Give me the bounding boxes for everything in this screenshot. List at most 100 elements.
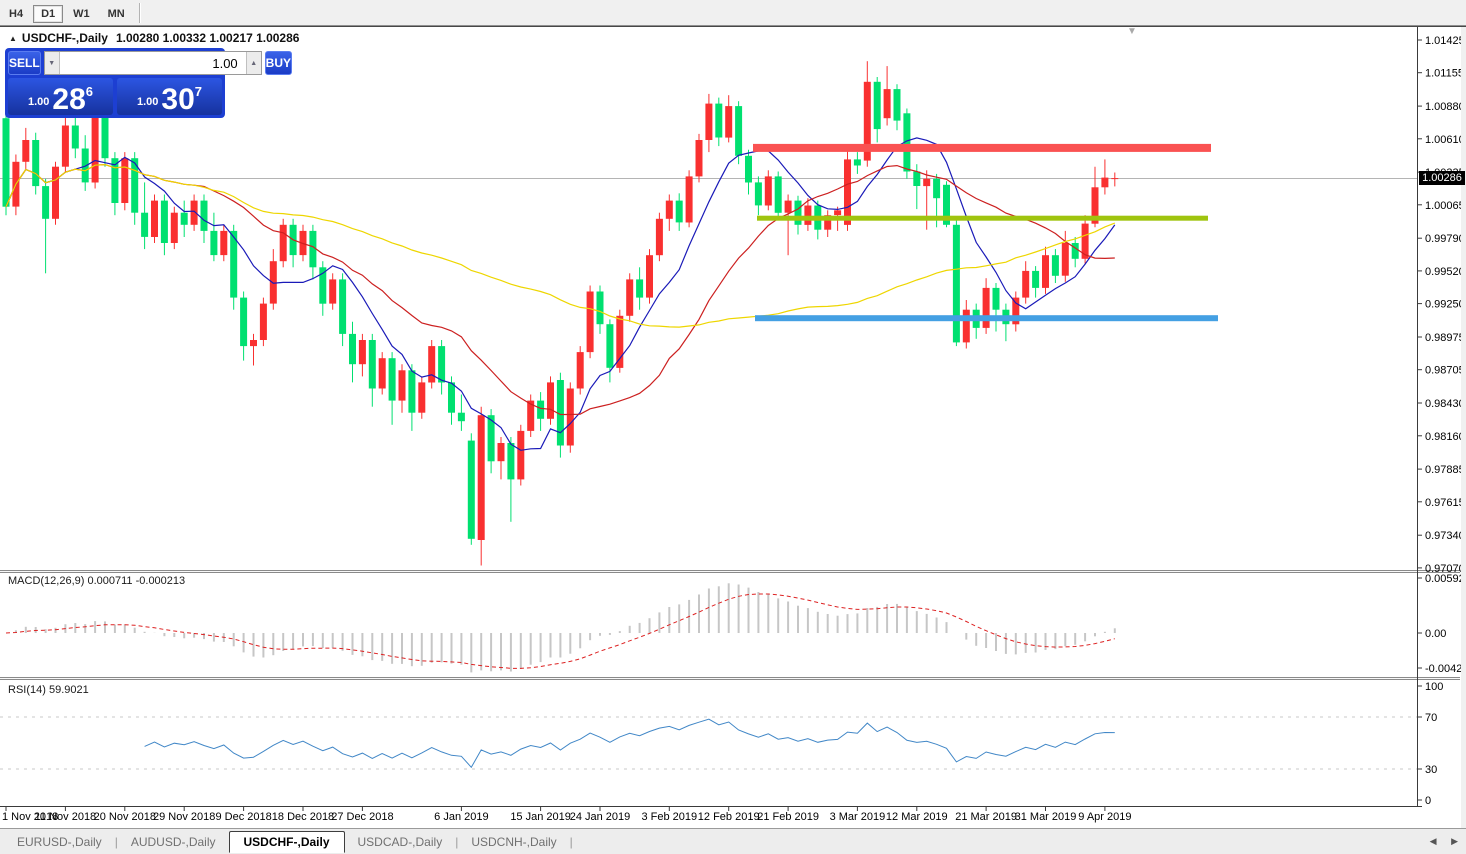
tab-usdcnh[interactable]: USDCNH-,Daily [458,832,569,852]
rsi-line [145,719,1115,767]
candle [646,255,653,297]
price-axis-label: 1.00880 [1425,101,1465,113]
candle [349,334,356,364]
tab-scroll-right-icon[interactable]: ▶ [1451,836,1458,846]
candle [220,231,227,255]
sell-price-prefix: 1.00 [28,96,49,108]
scroll-to-end-icon[interactable]: ▼ [1127,26,1137,37]
symbol-tabs: EURUSD-,Daily|AUDUSD-,DailyUSDCHF-,Daily… [4,829,573,854]
candle [933,179,940,198]
date-axis-label: 6 Jan 2019 [434,811,488,823]
candle [715,104,722,138]
volume-input[interactable] [60,52,246,74]
candle [705,104,712,140]
candle [1052,255,1059,276]
chart-title: ▲ USDCHF-,Daily 1.00280 1.00332 1.00217 1.… [9,31,299,45]
candle [478,415,485,540]
sell-quote[interactable]: 1.00 28 6 [8,78,113,115]
candle [428,346,435,382]
candle [963,310,970,343]
price-axis-label: 1.01425 [1425,35,1465,47]
price-axis-label: 0.97885 [1425,464,1465,476]
candle [92,116,99,183]
symbol-title: USDCHF-,Daily [22,31,108,45]
candle [399,370,406,400]
right-margin-strip [1461,27,1466,828]
hline-resistance [753,144,1211,152]
candle [141,213,148,237]
candle [854,159,861,165]
tab-audusd[interactable]: AUDUSD-,Daily [118,832,229,852]
sell-button[interactable]: SELL [8,51,41,75]
price-axis-label: 0.99520 [1425,266,1465,278]
candle [517,431,524,480]
macd-axis-label: 0.00 [1425,628,1446,640]
rsi-indicator-label: RSI(14) 59.9021 [8,684,89,696]
date-axis-label: 11 Nov 2018 [35,811,97,823]
candle [62,126,69,167]
hline-pivot [757,216,1208,221]
candle [1032,271,1039,288]
candle [547,382,554,418]
candle [448,382,455,412]
price-axis-label: 1.00065 [1425,200,1465,212]
buy-price-big: 30 [161,87,194,113]
candle [795,201,802,225]
tab-scroll-arrows: ◀ ▶ [1418,836,1458,847]
date-axis-label: 20 Nov 2018 [94,811,156,823]
candle [686,176,693,222]
symbol-tabbar: EURUSD-,Daily|AUDUSD-,DailyUSDCHF-,Daily… [0,828,1466,854]
candle [953,225,960,343]
candle [666,201,673,219]
candle [626,279,633,315]
candle [567,389,574,446]
candle [161,201,168,243]
candle [1042,255,1049,288]
date-axis-label: 3 Mar 2019 [830,811,886,823]
candle [102,116,109,158]
candle [755,182,762,205]
tab-scroll-left-icon[interactable]: ◀ [1430,836,1437,846]
tab-usdchf[interactable]: USDCHF-,Daily [229,831,345,853]
date-axis-label: 21 Feb 2019 [757,811,819,823]
current-price-label: 1.00286 [1419,171,1465,185]
date-axis-label: 12 Feb 2019 [698,811,760,823]
tab-eurusd[interactable]: EURUSD-,Daily [4,832,115,852]
candle [785,201,792,213]
candle [438,346,445,382]
candle [379,358,386,388]
chart-canvas[interactable]: 1.014251.011551.008801.006101.003351.000… [0,0,1466,854]
macd-axis-label: -0.004241 [1425,663,1466,675]
candle [745,156,752,183]
candle [151,201,158,237]
candle [656,219,663,255]
candle [359,340,366,364]
price-axis-label: 1.01155 [1425,68,1464,80]
candle [1062,243,1069,276]
tab-usdcad[interactable]: USDCAD-,Daily [345,832,456,852]
collapse-arrow-icon[interactable]: ▲ [9,34,17,43]
candle [834,210,841,215]
volume-increase-icon[interactable]: ▲ [246,52,261,74]
candle [201,201,208,231]
volume-decrease-icon[interactable]: ▼ [45,52,60,74]
price-axis-label: 0.97615 [1425,497,1465,509]
candle [458,413,465,422]
volume-stepper: ▼ ▲ [44,51,262,75]
buy-quote[interactable]: 1.00 30 7 [117,78,222,115]
buy-price-pip: 7 [195,84,202,99]
candle [1022,271,1029,298]
macd-axis-label: 0.005926 [1425,573,1466,585]
candle [339,279,346,334]
candle [1101,178,1108,188]
ohlc-values: 1.00280 1.00332 1.00217 1.00286 [116,31,300,45]
candle [240,298,247,347]
date-axis-label: 9 Dec 2018 [215,811,271,823]
candle [597,292,604,325]
candle [260,304,267,340]
date-axis-label: 29 Nov 2018 [153,811,215,823]
buy-button[interactable]: BUY [265,51,292,75]
price-axis-label: 0.97340 [1425,530,1465,542]
candle [894,89,901,121]
date-axis-label: 24 Jan 2019 [570,811,631,823]
